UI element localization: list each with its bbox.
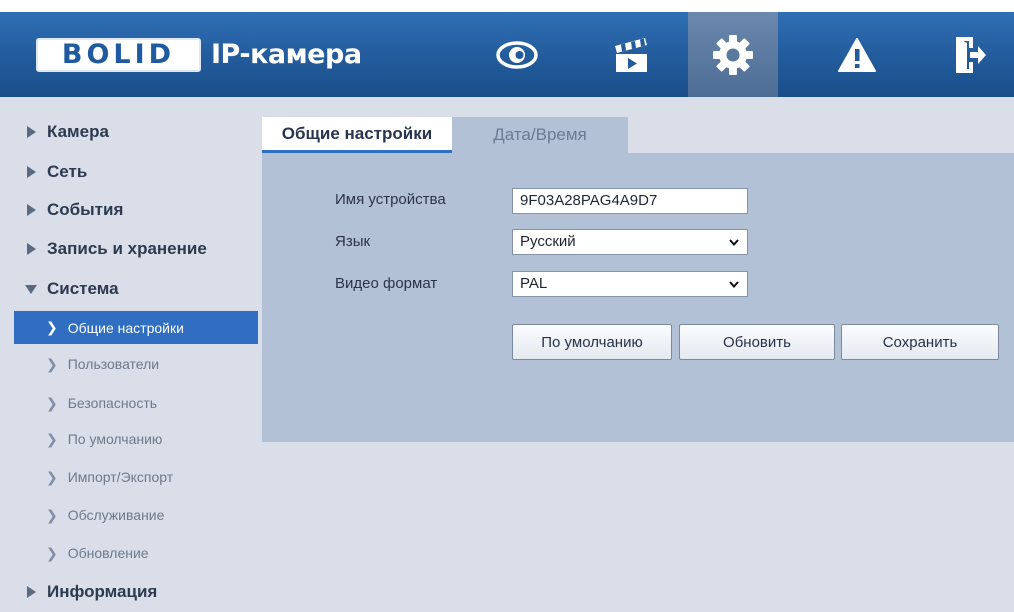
chevron-down-icon: [729, 281, 739, 288]
expand-arrow-icon: [27, 204, 36, 216]
sidebar-section-camera[interactable]: Камера: [0, 117, 262, 147]
sidebar-section-storage[interactable]: Запись и хранение: [0, 234, 262, 264]
expand-arrow-icon: [27, 166, 36, 178]
save-button[interactable]: Сохранить: [841, 324, 999, 360]
tab-general-settings[interactable]: Общие настройки: [262, 117, 452, 153]
default-button[interactable]: По умолчанию: [512, 324, 672, 360]
sidebar-section-label: Запись и хранение: [47, 239, 207, 258]
sidebar-section-system[interactable]: Система: [0, 274, 262, 304]
sidebar: Камера Сеть События Запись и хранение Си…: [0, 97, 262, 612]
product-title: IP-камера: [211, 39, 362, 70]
sidebar-item-label: Обслуживание: [67, 507, 165, 523]
chevron-right-icon: ❯: [46, 506, 58, 523]
chevron-right-icon: ❯: [46, 430, 58, 447]
sidebar-section-label: Информация: [47, 582, 158, 601]
clapperboard-icon: [615, 37, 647, 72]
expand-arrow-icon: [27, 126, 36, 138]
sidebar-section-network[interactable]: Сеть: [0, 157, 262, 187]
sidebar-section-label: Сеть: [47, 162, 88, 181]
logout-icon: [956, 36, 986, 73]
refresh-button[interactable]: Обновить: [679, 324, 835, 360]
sidebar-item-default[interactable]: ❯ По умолчанию: [0, 423, 262, 455]
top-header: BOLID IP-камера: [0, 12, 1014, 97]
language-label: Язык: [335, 233, 371, 250]
sidebar-item-security[interactable]: ❯ Безопасность: [0, 387, 262, 419]
sidebar-item-import-export[interactable]: ❯ Импорт/Экспорт: [0, 461, 262, 493]
device-name-label: Имя устройства: [335, 191, 446, 208]
logo-text: BOLID: [61, 39, 176, 70]
sidebar-section-label: События: [47, 200, 124, 219]
sidebar-section-events[interactable]: События: [0, 195, 262, 225]
main-content: Общие настройки Дата/Время Имя устройств…: [262, 97, 1014, 612]
nav-live-view-button[interactable]: [472, 12, 562, 97]
empty-area: [262, 442, 1014, 612]
sidebar-section-label: Камера: [47, 122, 109, 141]
video-format-select[interactable]: PAL: [512, 271, 748, 297]
sidebar-item-label: Общие настройки: [67, 319, 184, 336]
tab-datetime[interactable]: Дата/Время: [452, 117, 628, 153]
chevron-right-icon: ❯: [46, 544, 58, 561]
eye-icon: [496, 40, 538, 69]
nav-alarm-button[interactable]: [812, 12, 902, 97]
chevron-right-icon: ❯: [46, 319, 58, 335]
sidebar-section-label: Система: [47, 279, 119, 298]
expand-arrow-icon: [27, 586, 36, 598]
chevron-down-icon: [729, 239, 739, 246]
expand-arrow-icon: [27, 243, 36, 255]
language-value: Русский: [520, 233, 576, 250]
language-select[interactable]: Русский: [512, 229, 748, 255]
device-name-input[interactable]: 9F03A28PAG4A9D7: [512, 188, 748, 214]
chevron-right-icon: ❯: [46, 468, 58, 485]
bolid-logo: BOLID: [36, 38, 201, 72]
collapse-arrow-icon: [25, 284, 37, 294]
video-format-value: PAL: [520, 275, 548, 292]
sidebar-item-label: Импорт/Экспорт: [67, 469, 174, 485]
video-format-label: Видео формат: [335, 275, 438, 292]
sidebar-item-label: Обновление: [67, 545, 149, 561]
chevron-right-icon: ❯: [46, 355, 58, 372]
sidebar-item-update[interactable]: ❯ Обновление: [0, 537, 262, 569]
sidebar-section-info[interactable]: Информация: [0, 577, 262, 607]
nav-logout-button[interactable]: [926, 12, 1014, 97]
sidebar-item-users[interactable]: ❯ Пользователи: [0, 348, 262, 380]
sidebar-item-general-settings[interactable]: ❯ Общие настройки: [14, 311, 258, 344]
settings-panel: Имя устройства 9F03A28PAG4A9D7 Язык Русс…: [262, 153, 1014, 442]
sidebar-item-label: Безопасность: [67, 395, 158, 411]
chevron-right-icon: ❯: [46, 394, 58, 411]
nav-playback-button[interactable]: [586, 12, 676, 97]
nav-settings-button[interactable]: [688, 12, 778, 97]
gear-icon: [713, 34, 753, 75]
warning-icon: [838, 37, 876, 72]
sidebar-item-maintenance[interactable]: ❯ Обслуживание: [0, 499, 262, 531]
sidebar-item-label: Пользователи: [67, 356, 160, 372]
sidebar-item-label: По умолчанию: [67, 431, 163, 447]
